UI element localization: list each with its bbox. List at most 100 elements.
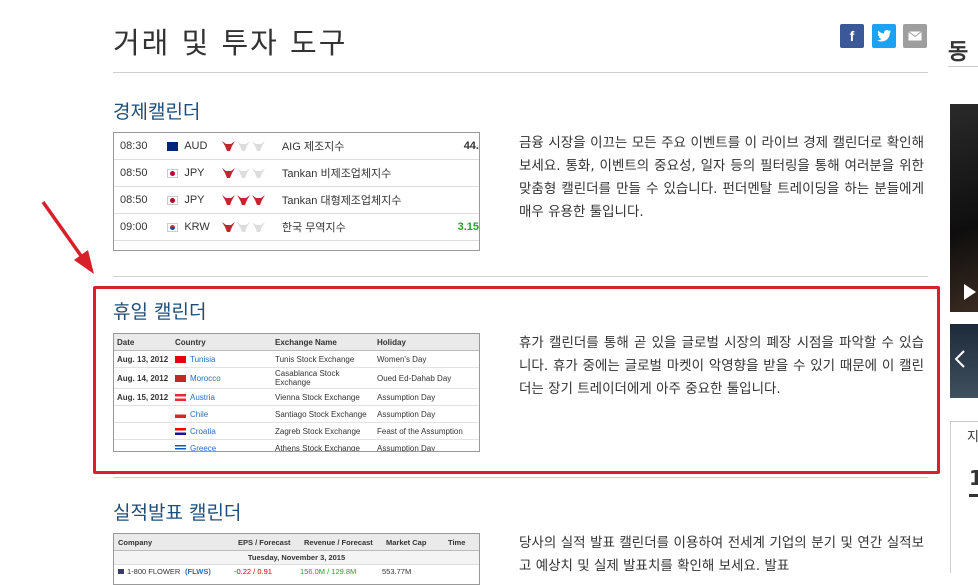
row-holiday: Women's Day bbox=[377, 354, 427, 364]
table-row: 08:50 JPY Tankan 대형제조업체지수 bbox=[114, 187, 479, 214]
row-country: Austria bbox=[190, 392, 215, 402]
header-company: Company bbox=[118, 537, 153, 547]
bull-icon bbox=[236, 141, 250, 151]
row-holiday: Feast of the Assumption bbox=[377, 426, 463, 436]
bull-icon bbox=[221, 195, 235, 205]
row-currency: KRW bbox=[184, 221, 210, 233]
flag-au-icon bbox=[166, 141, 179, 151]
row-date: Aug. 15, 2012 bbox=[117, 392, 169, 402]
flag-jp-icon bbox=[166, 168, 179, 178]
twitter-icon[interactable] bbox=[872, 24, 896, 48]
chevron-left-icon[interactable] bbox=[955, 350, 965, 368]
table-row: Chile Santiago Stock Exchange Assumption… bbox=[114, 406, 479, 423]
row-time: 09:00 bbox=[120, 221, 148, 233]
row-time: 08:50 bbox=[120, 194, 148, 206]
earnings-date-row: Tuesday, November 3, 2015 bbox=[114, 551, 479, 565]
sidebar-widget-mark bbox=[969, 494, 978, 497]
header-revenue: Revenue / Forecast bbox=[304, 537, 373, 547]
envelope-icon bbox=[908, 31, 922, 41]
row-currency: JPY bbox=[184, 194, 205, 206]
table-row: 08:30 AUD AIG 제조지수 44. bbox=[114, 133, 479, 160]
carousel-image[interactable] bbox=[950, 324, 978, 398]
twitter-bird-icon bbox=[877, 30, 891, 42]
importance-bulls bbox=[221, 195, 282, 205]
table-row: Greece Athens Stock Exchange Assumption … bbox=[114, 440, 479, 452]
earnings-calendar-thumbnail[interactable]: Company EPS / Forecast Revenue / Forecas… bbox=[113, 533, 480, 585]
row-country: Croatia bbox=[190, 426, 216, 436]
bull-icon bbox=[251, 168, 265, 178]
row-event: Tankan 대형제조업체지수 bbox=[281, 195, 402, 207]
flag-cl-icon bbox=[175, 410, 186, 418]
table-row: 1-800 FLOWER (FLWS) -0.22 / 0.91 156.0M … bbox=[114, 565, 479, 577]
row-exchange: Tunis Stock Exchange bbox=[275, 354, 355, 364]
row-eps: -0.22 / 0.91 bbox=[234, 566, 272, 576]
play-icon bbox=[964, 284, 976, 300]
header-exchange: Exchange Name bbox=[275, 337, 337, 347]
divider bbox=[948, 66, 978, 67]
sidebar-widget: 지 1 bbox=[950, 421, 978, 573]
flag-tn-icon bbox=[175, 355, 186, 363]
table-header: Company EPS / Forecast Revenue / Forecas… bbox=[114, 534, 479, 551]
flag-ma-icon bbox=[175, 374, 186, 382]
bull-icon bbox=[236, 168, 250, 178]
importance-bulls bbox=[221, 141, 282, 151]
row-date: Aug. 14, 2012 bbox=[117, 373, 169, 383]
table-header: Date Country Exchange Name Holiday bbox=[114, 334, 479, 351]
header-country: Country bbox=[175, 337, 206, 347]
email-icon[interactable] bbox=[903, 24, 927, 48]
header-market-cap: Market Cap bbox=[386, 537, 427, 547]
bull-icon bbox=[221, 222, 235, 232]
video-thumbnail[interactable] bbox=[950, 104, 978, 312]
bull-icon bbox=[221, 141, 235, 151]
row-holiday: Oued Ed-Dahab Day bbox=[377, 373, 452, 383]
facebook-glyph: f bbox=[849, 28, 855, 44]
row-country: Chile bbox=[190, 409, 209, 419]
row-holiday: Assumption Day bbox=[377, 443, 436, 452]
flag-us-icon bbox=[118, 568, 124, 574]
bull-icon bbox=[236, 195, 250, 205]
header-time: Time bbox=[448, 537, 466, 547]
sidebar-widget-label: 지 bbox=[967, 430, 978, 445]
bull-icon bbox=[251, 195, 265, 205]
divider bbox=[113, 276, 928, 277]
row-holiday: Assumption Day bbox=[377, 409, 436, 419]
row-company: 1-800 FLOWER bbox=[127, 566, 181, 576]
row-value: 44. bbox=[463, 140, 479, 152]
earnings-calendar-description: 당사의 실적 발표 캘린더를 이용하여 전세계 기업의 분기 및 연간 실적보고… bbox=[519, 535, 924, 574]
holiday-calendar-thumbnail[interactable]: Date Country Exchange Name Holiday Aug. … bbox=[113, 333, 480, 452]
economic-calendar-title[interactable]: 경제캘린더 bbox=[113, 97, 200, 124]
table-row: 08:50 JPY Tankan 비제조업체지수 bbox=[114, 160, 479, 187]
row-ticker: (FLWS) bbox=[185, 566, 211, 576]
row-exchange: Athens Stock Exchange bbox=[275, 443, 360, 452]
header-date: Date bbox=[117, 337, 135, 347]
header-eps: EPS / Forecast bbox=[238, 537, 291, 547]
row-currency: AUD bbox=[184, 140, 208, 152]
header-holiday: Holiday bbox=[377, 337, 406, 347]
economic-calendar-thumbnail[interactable]: 08:30 AUD AIG 제조지수 44. 08:50 JPY Tankan … bbox=[113, 132, 480, 251]
earnings-calendar-title[interactable]: 실적발표 캘린더 bbox=[113, 498, 241, 525]
row-country: Morocco bbox=[190, 373, 221, 383]
table-row: Aug. 13, 2012 Tunisia Tunis Stock Exchan… bbox=[114, 351, 479, 368]
row-revenue: 156.0M / 129.8M bbox=[300, 566, 357, 576]
row-date: Aug. 13, 2012 bbox=[117, 354, 169, 364]
flag-at-icon bbox=[175, 393, 186, 401]
row-event: Tankan 비제조업체지수 bbox=[281, 168, 392, 180]
table-row: Aug. 15, 2012 Austria Vienna Stock Excha… bbox=[114, 389, 479, 406]
bull-icon bbox=[221, 168, 235, 178]
bull-icon bbox=[251, 222, 265, 232]
flag-kr-icon bbox=[166, 222, 179, 232]
row-country: Tunisia bbox=[190, 354, 216, 364]
importance-bulls bbox=[221, 168, 282, 178]
table-row: Aug. 14, 2012 Morocco Casablanca Stock E… bbox=[114, 368, 479, 389]
facebook-icon[interactable]: f bbox=[840, 24, 864, 48]
holiday-calendar-title[interactable]: 휴일 캘린더 bbox=[113, 297, 206, 324]
row-event: 한국 무역지수 bbox=[281, 222, 346, 234]
importance-bulls bbox=[221, 222, 282, 232]
flag-gr-icon bbox=[175, 444, 186, 451]
arrow-annotation-icon bbox=[41, 200, 94, 274]
row-exchange: Vienna Stock Exchange bbox=[275, 392, 360, 402]
divider bbox=[113, 72, 928, 73]
economic-calendar-description: 금융 시장을 이끄는 모든 주요 이벤트를 이 라이브 경제 캘린더로 확인해 … bbox=[519, 135, 924, 220]
flag-jp-icon bbox=[166, 195, 179, 205]
row-time: 08:30 bbox=[120, 140, 148, 152]
